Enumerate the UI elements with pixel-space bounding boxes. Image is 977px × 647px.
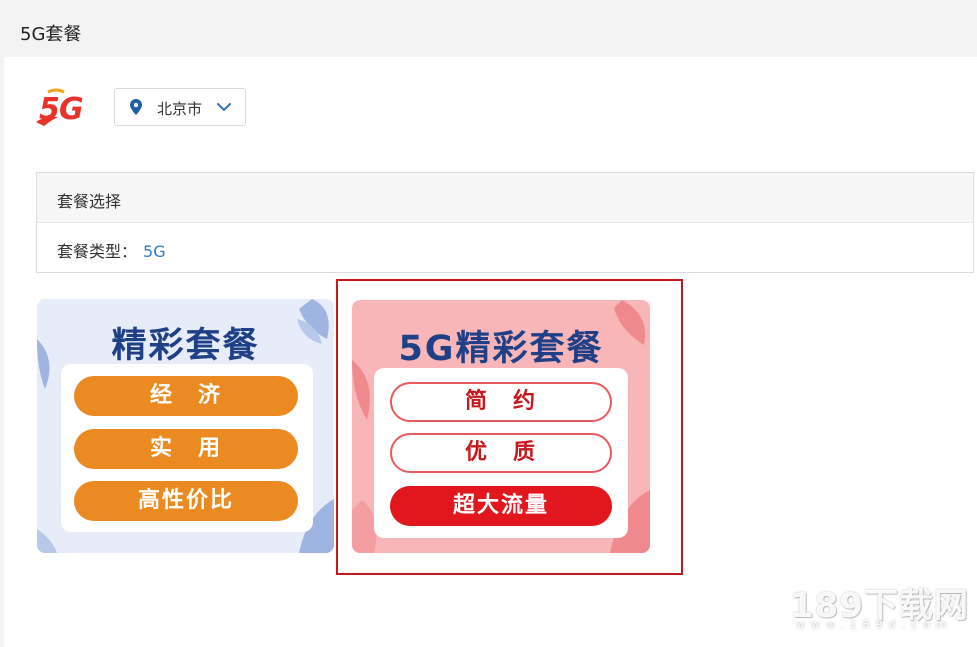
plan-card-title: 精彩套餐 [111, 326, 260, 366]
page-title: 5G套餐 [20, 24, 82, 45]
location-pin-icon [130, 99, 142, 115]
plan-selection-box: 套餐选择 套餐类型： 5G [36, 172, 974, 273]
page-header: 5G套餐 [0, 0, 977, 57]
city-select-value: 北京市 [157, 100, 203, 118]
plan-selection-header: 套餐选择 [37, 173, 973, 223]
plan-feature-pill: 优 质 [390, 433, 612, 473]
plan-feature-pill: 高性价比 [74, 481, 298, 521]
plan-card-body: 经 济 实 用 高性价比 [61, 364, 313, 532]
plan-card-title: 5G精彩套餐 [398, 329, 604, 369]
plan-feature-pill: 超大流量 [390, 486, 612, 526]
svg-text:G: G [59, 92, 84, 127]
plan-type-row: 套餐类型： 5G [57, 238, 166, 262]
city-select[interactable]: 北京市 [114, 88, 246, 126]
plan-type-label: 套餐类型： [57, 242, 138, 261]
5g-logo: 5 G [36, 88, 84, 127]
plan-feature-pill: 经 济 [74, 376, 298, 416]
plan-selection-title: 套餐选择 [57, 192, 122, 211]
chevron-down-icon [217, 103, 231, 112]
plan-card-standard[interactable]: 精彩套餐 经 济 实 用 高性价比 [37, 299, 334, 553]
plan-feature-pill: 实 用 [74, 429, 298, 469]
plan-type-value[interactable]: 5G [143, 242, 166, 261]
plan-card-body: 简 约 优 质 超大流量 [374, 368, 628, 538]
svg-text:5: 5 [39, 92, 60, 127]
plan-feature-pill: 简 约 [390, 382, 612, 422]
plan-card-5g[interactable]: 5G精彩套餐 简 约 优 质 超大流量 [352, 300, 650, 553]
